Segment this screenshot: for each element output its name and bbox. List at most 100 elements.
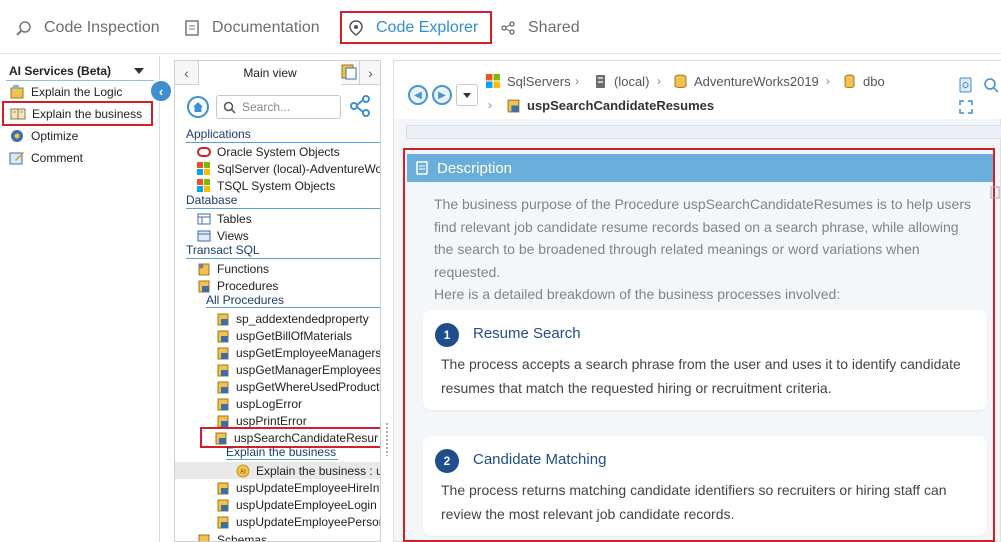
tree-item-label: Oracle System Objects xyxy=(217,144,340,159)
windows-icon xyxy=(197,161,211,176)
ai-item-label: Explain the Logic xyxy=(31,85,123,99)
document-icon xyxy=(415,161,429,175)
share-icon xyxy=(500,20,516,36)
step-number: 1 xyxy=(435,323,459,347)
tree-item-oracle[interactable]: Oracle System Objects xyxy=(197,143,340,160)
ai-badge-icon: AI xyxy=(236,464,250,478)
tree-item-label: uspSearchCandidateResur xyxy=(234,430,379,445)
book-icon xyxy=(10,106,26,122)
tree-item-label: Tables xyxy=(217,211,252,226)
tree-item-procedure[interactable]: uspUpdateEmployeeHireInf xyxy=(216,479,380,496)
tree-item-procedure[interactable]: uspGetBillOfMaterials xyxy=(216,327,352,344)
chevron-right-icon: › xyxy=(657,74,661,88)
tree-item-label: uspUpdateEmployeeLogin xyxy=(236,497,377,512)
tree-item-procedure[interactable]: uspGetEmployeeManagers xyxy=(216,344,380,361)
share-tree-icon[interactable] xyxy=(349,95,371,117)
tree-item-sqlserver[interactable]: SqlServer (local)-AdventureWo xyxy=(197,160,380,177)
tree-item-procedures[interactable]: Procedures xyxy=(197,277,278,294)
ai-services-header[interactable]: AI Services (Beta) xyxy=(9,64,111,78)
tab-label: Code Explorer xyxy=(376,18,479,36)
procedure-icon xyxy=(214,431,228,445)
search-input[interactable]: Search... xyxy=(216,95,341,119)
chevron-right-icon: › xyxy=(575,74,579,88)
copy-icon[interactable] xyxy=(958,77,974,93)
chevron-down-icon[interactable] xyxy=(134,68,144,74)
tree-item-schemas[interactable]: Schemas xyxy=(197,531,267,541)
tab-shared[interactable]: Shared xyxy=(492,11,588,44)
crumb-label: dbo xyxy=(863,74,885,89)
tree-item-explain-business[interactable]: AI Explain the business : u xyxy=(236,462,380,479)
chevron-right-icon: › xyxy=(826,74,830,88)
document-tab-icon[interactable] xyxy=(341,64,357,80)
zoom-icon[interactable] xyxy=(983,77,999,93)
tree-item-label: uspUpdateEmployeePerson xyxy=(236,514,381,529)
tree-item-procedure[interactable]: uspLogError xyxy=(216,395,302,412)
tree-item-procedure[interactable]: uspGetWhereUsedProductI xyxy=(216,378,380,395)
tree-item-label: uspGetBillOfMaterials xyxy=(236,328,353,343)
schema-icon xyxy=(197,533,211,541)
crumb-local[interactable]: (local) xyxy=(593,74,649,89)
intro-text: The business purpose of the Procedure us… xyxy=(434,196,971,280)
windows-icon xyxy=(486,74,501,89)
tree-item-tsql[interactable]: TSQL System Objects xyxy=(197,177,335,194)
procedure-icon xyxy=(216,312,230,326)
step-card: 2 Candidate Matching The process returns… xyxy=(423,436,987,536)
tree-item-label: TSQL System Objects xyxy=(217,178,336,193)
ai-item-explain-logic[interactable]: Explain the Logic xyxy=(9,83,122,101)
code-inspection-icon xyxy=(16,20,32,36)
windows-icon xyxy=(197,178,211,193)
ai-item-optimize[interactable]: Optimize xyxy=(9,127,78,145)
crumb-database[interactable]: AdventureWorks2019 xyxy=(673,74,819,89)
ai-item-label: Optimize xyxy=(31,129,79,143)
oracle-icon xyxy=(197,145,211,159)
procedure-icon xyxy=(216,397,230,411)
ai-item-label: Comment xyxy=(31,151,84,165)
tree-item-procedure[interactable]: sp_addextendedproperty xyxy=(216,310,369,327)
ai-item-label: Explain the business xyxy=(32,106,143,121)
toolbar-strip xyxy=(406,125,1001,139)
expand-icon[interactable] xyxy=(958,99,974,115)
top-tab-bar: Code Inspection Documentation Code Explo… xyxy=(0,0,1001,54)
documentation-icon xyxy=(184,19,200,36)
tree-item-procedure[interactable]: uspUpdateEmployeeLogin xyxy=(216,496,377,513)
logic-icon xyxy=(9,84,25,100)
tree-item-label: sp_addextendedproperty xyxy=(236,311,369,326)
ai-item-comment[interactable]: Comment xyxy=(9,149,83,167)
tab-documentation[interactable]: Documentation xyxy=(176,11,328,44)
description-intro: The business purpose of the Procedure us… xyxy=(434,193,974,306)
tree-item-procedure[interactable]: uspGetManagerEmployees xyxy=(216,361,381,378)
explorer-icon xyxy=(348,19,364,36)
chevron-left-icon[interactable]: ‹ xyxy=(175,61,199,85)
tree-item-functions[interactable]: Functions xyxy=(197,260,269,277)
ai-item-explain-business[interactable]: Explain the business xyxy=(2,101,153,126)
collapse-panel-button[interactable]: ‹ xyxy=(150,80,172,102)
resize-grip[interactable] xyxy=(385,422,389,456)
forward-button[interactable]: ▶ xyxy=(432,85,452,105)
svg-text:AI: AI xyxy=(240,469,246,475)
search-icon xyxy=(223,101,236,114)
crumb-sqlservers[interactable]: SqlServers xyxy=(486,74,571,89)
crumb-dbo[interactable]: dbo xyxy=(842,74,885,89)
tab-code-inspection[interactable]: Code Inspection xyxy=(8,11,168,44)
tree-item-label: Procedures xyxy=(217,278,279,293)
history-dropdown[interactable] xyxy=(456,84,478,106)
side-copy-icon[interactable] xyxy=(990,186,1000,200)
crumb-label: (local) xyxy=(614,74,650,89)
back-button[interactable]: ◀ xyxy=(408,85,428,105)
tab-code-explorer[interactable]: Code Explorer xyxy=(340,11,493,44)
step-body: The process returns matching candidate i… xyxy=(441,482,947,522)
step-card: 1 Resume Search The process accepts a se… xyxy=(423,310,987,410)
tab-main-view[interactable]: Main view xyxy=(199,61,341,85)
home-icon[interactable] xyxy=(187,96,209,118)
explain-business-label: Explain the business xyxy=(226,445,338,460)
schema-icon xyxy=(842,74,857,89)
description-header[interactable]: Description xyxy=(407,154,993,182)
step-body: The process accepts a search phrase from… xyxy=(441,356,961,396)
tree-item-views[interactable]: Views xyxy=(197,227,249,244)
chevron-right-icon[interactable]: › xyxy=(359,61,380,85)
tree-item-procedure[interactable]: uspUpdateEmployeePerson xyxy=(216,513,381,530)
tree-item-label: uspGetManagerEmployees xyxy=(236,362,381,377)
section-applications: Applications xyxy=(186,127,380,143)
tree-item-tables[interactable]: Tables xyxy=(197,210,252,227)
tree-toolbar: Search... xyxy=(175,86,380,126)
